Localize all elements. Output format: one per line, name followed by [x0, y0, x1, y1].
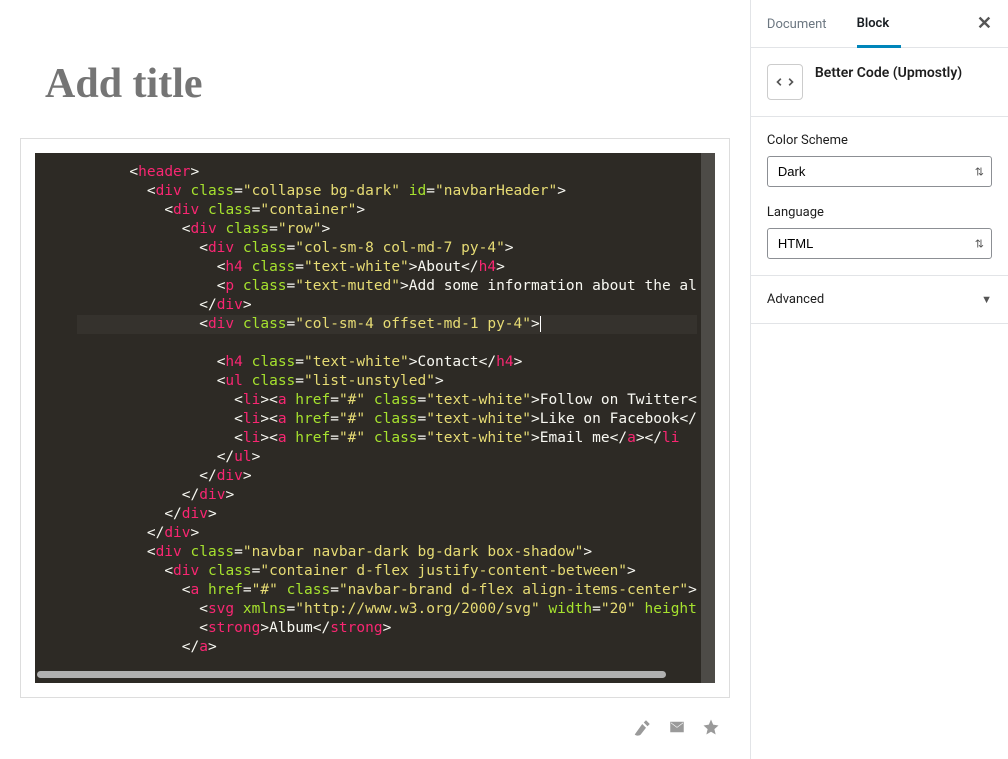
mail-icon[interactable]: [668, 718, 686, 736]
title-area: [0, 0, 750, 138]
vertical-scrollbar[interactable]: [701, 153, 715, 683]
block-settings: Color Scheme Dark ⇅ Language HTML ⇅: [751, 117, 1008, 276]
inspector-sidebar: Document Block ✕ Better Code (Upmostly) …: [750, 0, 1008, 759]
color-scheme-label: Color Scheme: [767, 133, 992, 148]
post-title-input[interactable]: [45, 60, 705, 108]
language-select[interactable]: HTML: [767, 228, 992, 259]
close-sidebar-button[interactable]: ✕: [977, 13, 992, 34]
code-block[interactable]: <header> <div class="collapse bg-dark" i…: [20, 138, 730, 698]
advanced-panel-toggle[interactable]: Advanced ▼: [751, 276, 1008, 324]
tab-document[interactable]: Document: [767, 1, 839, 46]
scrollbar-thumb[interactable]: [37, 671, 666, 678]
code-icon: [767, 64, 803, 100]
block-card: Better Code (Upmostly): [751, 48, 1008, 117]
star-icon[interactable]: [702, 718, 720, 736]
tab-block[interactable]: Block: [857, 0, 902, 48]
editor-main: <header> <div class="collapse bg-dark" i…: [0, 0, 750, 759]
code-wrap: <header> <div class="collapse bg-dark" i…: [35, 153, 715, 683]
advanced-label: Advanced: [767, 292, 824, 307]
horizontal-scrollbar[interactable]: [35, 667, 715, 683]
sidebar-tabs: Document Block ✕: [751, 0, 1008, 48]
color-scheme-select[interactable]: Dark: [767, 156, 992, 187]
code-editor[interactable]: <header> <div class="collapse bg-dark" i…: [35, 153, 715, 667]
language-label: Language: [767, 205, 992, 220]
carrot-icon[interactable]: [634, 718, 652, 736]
chevron-down-icon: ▼: [981, 293, 992, 306]
block-name: Better Code (Upmostly): [815, 64, 962, 81]
block-actions: [0, 698, 750, 736]
